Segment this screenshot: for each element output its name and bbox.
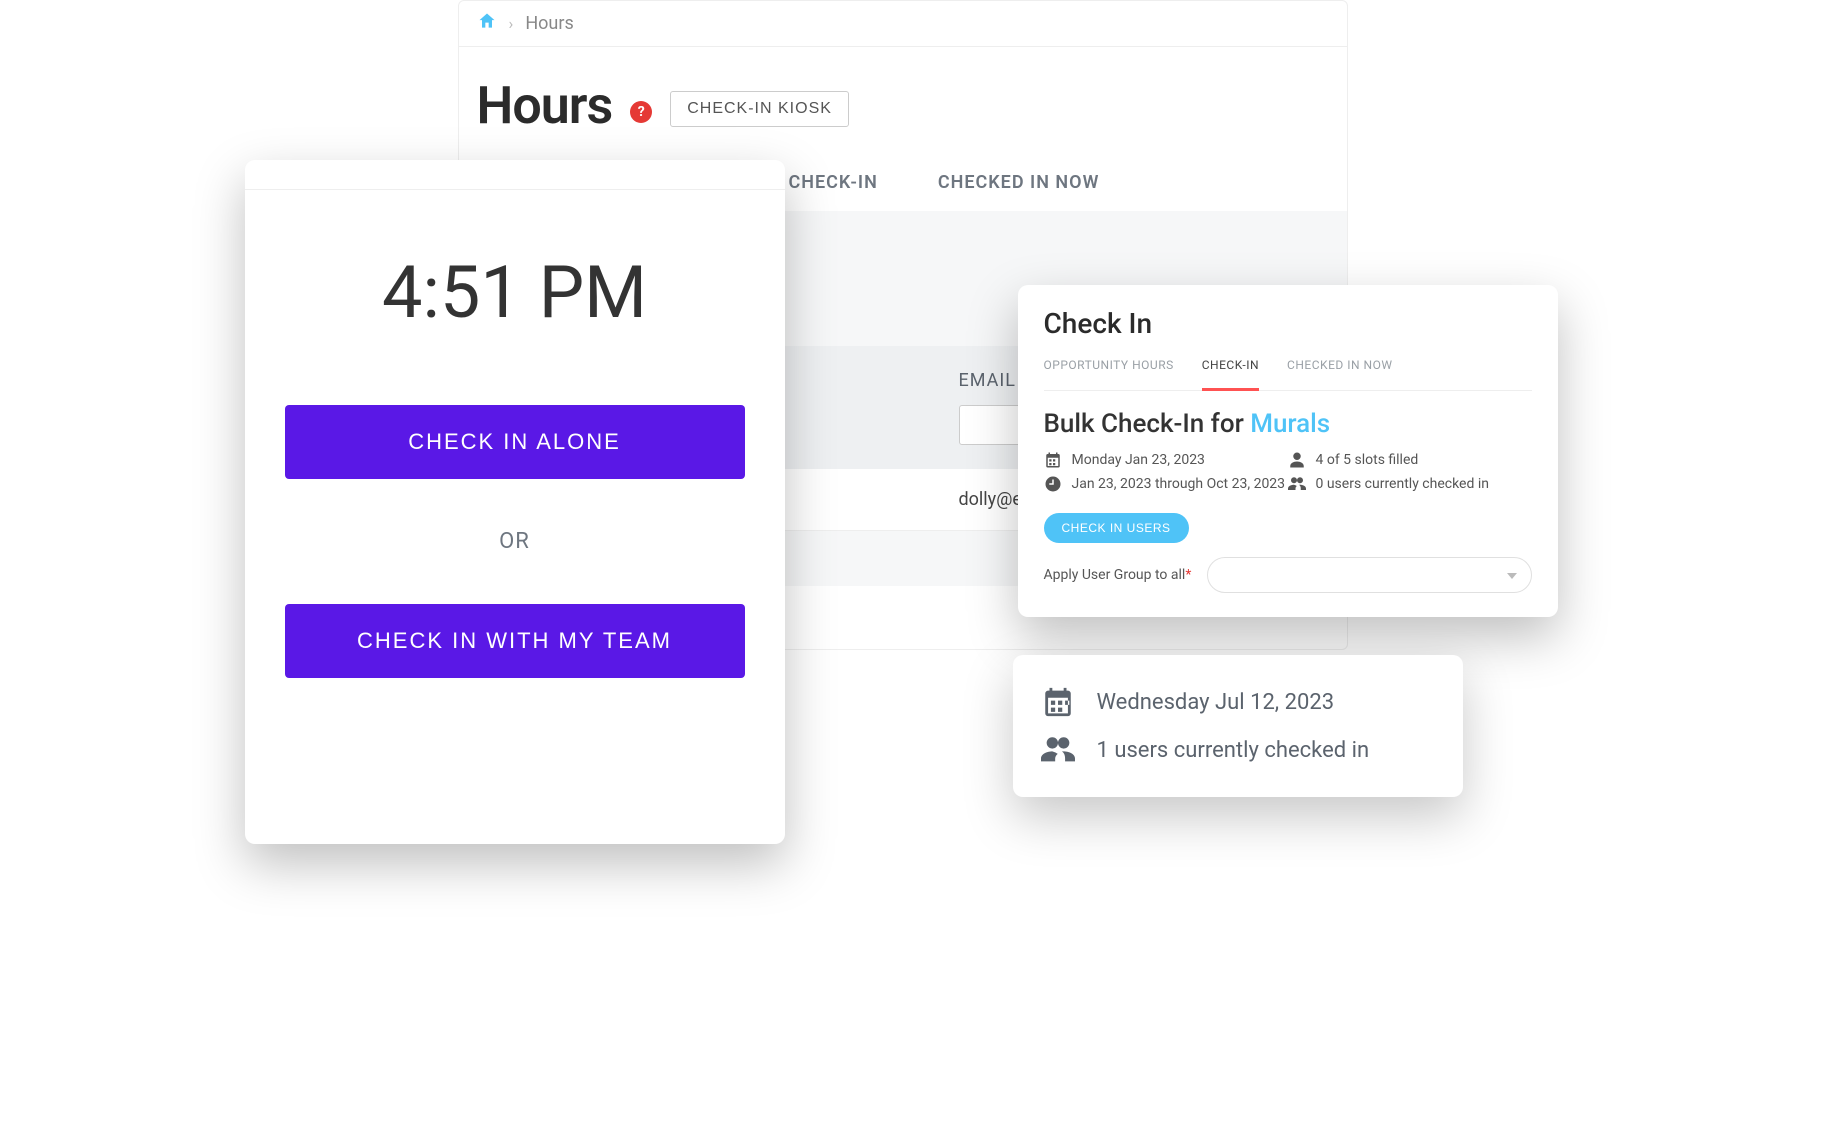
tab-check-in[interactable]: CHECK-IN <box>789 172 878 193</box>
check-in-users-button[interactable]: CHECK IN USERS <box>1044 513 1189 543</box>
info-range: Jan 23, 2023 through Oct 23, 2023 <box>1044 475 1288 493</box>
apply-user-group-row: Apply User Group to all* <box>1044 557 1532 593</box>
summary-card: Wednesday Jul 12, 2023 1 users currently… <box>1013 655 1463 797</box>
check-in-alone-button[interactable]: CHECK IN ALONE <box>285 405 745 479</box>
summary-date: Wednesday Jul 12, 2023 <box>1041 685 1435 719</box>
apply-label: Apply User Group to all* <box>1044 567 1192 583</box>
clock-icon <box>1044 475 1062 493</box>
summary-date-text: Wednesday Jul 12, 2023 <box>1097 690 1335 715</box>
summary-checked-in: 1 users currently checked in <box>1041 733 1435 767</box>
page-title: Hours <box>477 75 613 136</box>
bulk-info-grid: Monday Jan 23, 2023 4 of 5 slots filled … <box>1044 451 1532 493</box>
info-range-text: Jan 23, 2023 through Oct 23, 2023 <box>1072 476 1286 492</box>
home-icon[interactable] <box>477 11 497 36</box>
person-icon <box>1288 451 1306 469</box>
kiosk-card: 4:51 PM CHECK IN ALONE OR CHECK IN WITH … <box>245 160 785 844</box>
info-date-text: Monday Jan 23, 2023 <box>1072 452 1205 468</box>
info-date: Monday Jan 23, 2023 <box>1044 451 1288 469</box>
people-icon <box>1041 733 1075 767</box>
or-divider: OR <box>285 529 745 554</box>
breadcrumb: › Hours <box>459 1 1347 47</box>
info-slots: 4 of 5 slots filled <box>1288 451 1532 469</box>
tab-bulk-checked-in-now[interactable]: CHECKED IN NOW <box>1287 358 1392 380</box>
calendar-icon <box>1044 451 1062 469</box>
tab-bulk-check-in[interactable]: CHECK-IN <box>1202 358 1259 391</box>
bulk-checkin-card: Check In OPPORTUNITY HOURS CHECK-IN CHEC… <box>1018 285 1558 617</box>
tab-checked-in-now[interactable]: CHECKED IN NOW <box>938 172 1100 193</box>
row-email-value: dolly@e <box>959 489 1022 510</box>
bulk-tabs: OPPORTUNITY HOURS CHECK-IN CHECKED IN NO… <box>1044 358 1532 391</box>
hours-title-row: Hours ? CHECK-IN KIOSK <box>459 47 1347 166</box>
info-checked-text: 0 users currently checked in <box>1316 476 1489 492</box>
breadcrumb-current: Hours <box>525 13 573 34</box>
user-group-select[interactable] <box>1207 557 1531 593</box>
bulk-title-prefix: Bulk Check-In for <box>1044 409 1251 439</box>
info-slots-text: 4 of 5 slots filled <box>1316 452 1419 468</box>
kiosk-topbar <box>245 160 785 190</box>
bulk-header: Check In <box>1044 307 1532 340</box>
chevron-right-icon: › <box>509 14 514 33</box>
check-in-team-button[interactable]: CHECK IN WITH MY TEAM <box>285 604 745 678</box>
bulk-title: Bulk Check-In for Murals <box>1044 409 1532 439</box>
tab-opportunity-hours[interactable]: OPPORTUNITY HOURS <box>1044 358 1174 380</box>
people-icon <box>1288 475 1306 493</box>
checkin-kiosk-button[interactable]: CHECK-IN KIOSK <box>670 91 849 127</box>
summary-checked-text: 1 users currently checked in <box>1097 738 1370 763</box>
info-checked-in: 0 users currently checked in <box>1288 475 1532 493</box>
kiosk-clock: 4:51 PM <box>285 250 745 335</box>
help-icon[interactable]: ? <box>630 101 652 123</box>
calendar-icon <box>1041 685 1075 719</box>
opportunity-link[interactable]: Murals <box>1250 409 1330 439</box>
